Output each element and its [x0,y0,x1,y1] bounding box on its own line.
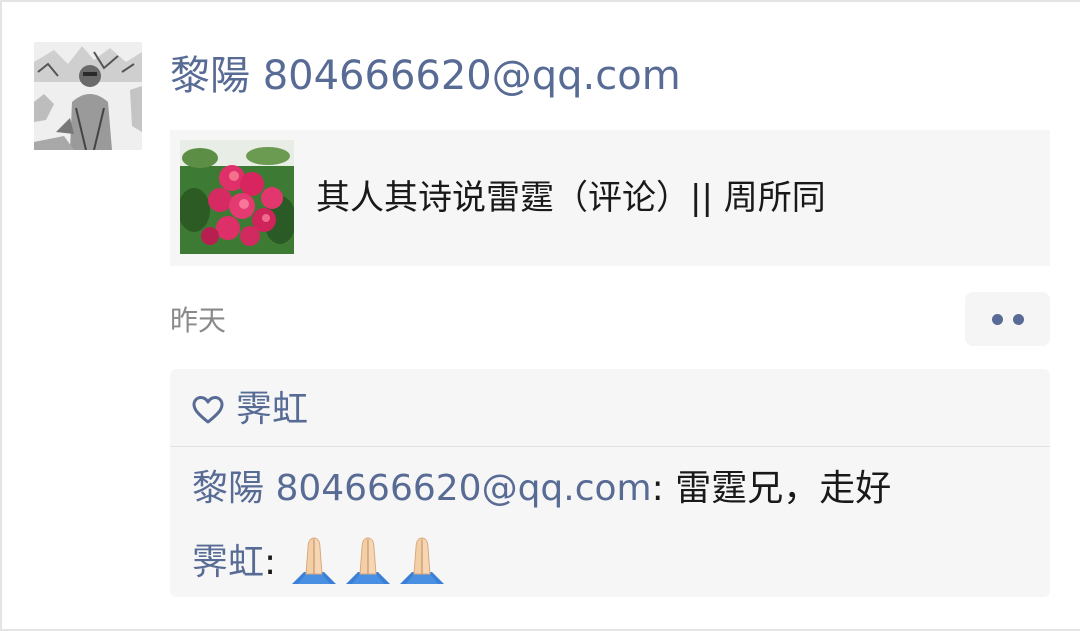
liker-name[interactable]: 霁虹 [236,386,308,434]
user-avatar[interactable] [34,42,142,150]
folded-hands-emoji-icon [396,534,448,586]
pink-flowers-thumbnail-icon [180,140,294,254]
more-actions-button[interactable] [965,292,1050,346]
comment-emoji-group [288,542,450,583]
comment-author[interactable]: 黎陽 804666620@qq.com [192,468,652,509]
comment-item[interactable]: 霁虹: [192,534,450,587]
post-timestamp: 昨天 [170,304,227,337]
link-thumbnail [180,140,294,254]
moments-post-card: 黎陽 804666620@qq.com 其人其诗说雷霆（评论）|| 周所同 昨天… [0,0,1080,631]
folded-hands-emoji-icon [342,534,394,586]
likes-row: 霁虹 [192,385,308,435]
comment-item[interactable]: 黎陽 804666620@qq.com: 雷霆兄，走好 [192,465,891,513]
link-title: 其人其诗说雷霆（评论）|| 周所同 [316,178,826,218]
comment-author[interactable]: 霁虹 [192,542,264,583]
avatar-photo [34,42,142,150]
likes-divider [170,446,1050,447]
comment-separator: : [651,468,676,509]
comment-text: 雷霆兄，走好 [675,468,892,509]
heart-outline-icon [192,396,224,424]
folded-hands-emoji-icon [288,534,340,586]
poster-name[interactable]: 黎陽 804666620@qq.com [170,48,681,104]
comment-separator: : [264,542,288,583]
shared-link-card[interactable]: 其人其诗说雷霆（评论）|| 周所同 [170,130,1050,266]
dot-icon [1012,313,1024,325]
likes-comments-panel: 霁虹 黎陽 804666620@qq.com: 雷霆兄，走好 霁虹: [170,369,1050,597]
dot-icon [991,313,1003,325]
